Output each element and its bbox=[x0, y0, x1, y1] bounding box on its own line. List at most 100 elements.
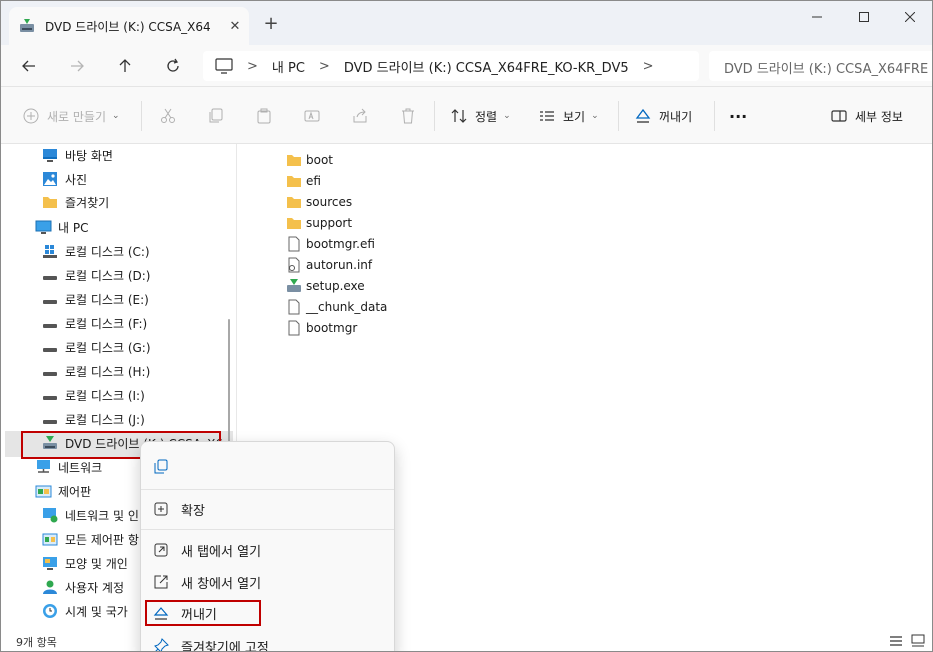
menu-item-pin-quick-access[interactable]: 즐겨찾기에 고정 bbox=[153, 634, 269, 651]
dvd-drive-icon bbox=[20, 19, 34, 32]
drive-icon bbox=[43, 324, 57, 328]
copy-icon bbox=[209, 108, 223, 123]
arrow-right-icon bbox=[71, 60, 84, 72]
sidebar-item-favorites[interactable]: 즐겨찾기 bbox=[41, 191, 109, 213]
file-icon bbox=[288, 236, 300, 251]
scrollbar[interactable] bbox=[228, 319, 230, 454]
sort-button[interactable]: 정렬 ⌄ bbox=[451, 105, 511, 127]
sidebar-item-drive-h[interactable]: 로컬 디스크 (H:) bbox=[41, 360, 150, 382]
menu-divider bbox=[141, 529, 394, 530]
paste-button[interactable] bbox=[256, 105, 280, 127]
sidebar-item-appearance[interactable]: 모양 및 개인 bbox=[41, 552, 128, 574]
desktop-icon bbox=[43, 149, 57, 162]
sidebar-item-desktop[interactable]: 바탕 화면 bbox=[41, 144, 113, 166]
list-item[interactable]: setup.exe bbox=[286, 275, 365, 296]
settings-file-icon bbox=[288, 257, 300, 272]
file-name: setup.exe bbox=[306, 278, 365, 293]
refresh-button[interactable] bbox=[159, 53, 187, 79]
forward-button[interactable] bbox=[63, 53, 91, 79]
sidebar-item-drive-c[interactable]: 로컬 디스크 (C:) bbox=[41, 240, 150, 262]
scissors-icon bbox=[161, 108, 175, 123]
list-item[interactable]: bootmgr.efi bbox=[286, 233, 375, 254]
breadcrumb[interactable]: > 내 PC > DVD 드라이브 (K:) CCSA_X64FRE_KO-KR… bbox=[203, 51, 699, 81]
network-icon bbox=[36, 460, 50, 473]
list-item[interactable]: efi bbox=[286, 170, 321, 191]
sidebar-item-this-pc[interactable]: 내 PC bbox=[34, 216, 88, 238]
sidebar-item-control-panel[interactable]: 제어판 bbox=[34, 480, 91, 502]
sidebar-item-user-accounts[interactable]: 사용자 계정 bbox=[41, 576, 124, 598]
folder-icon bbox=[287, 217, 301, 229]
eject-label: 꺼내기 bbox=[659, 109, 693, 124]
view-label: 보기 bbox=[563, 109, 586, 124]
new-tab-button[interactable]: + bbox=[259, 13, 283, 37]
more-options-button[interactable]: ··· bbox=[729, 105, 747, 127]
details-view-icon[interactable] bbox=[889, 635, 903, 647]
sidebar-item-network-settings[interactable]: 네트워크 및 인 bbox=[41, 504, 139, 526]
sidebar-item-pictures[interactable]: 사진 bbox=[41, 168, 87, 190]
this-pc-icon bbox=[35, 220, 51, 234]
list-item[interactable]: sources bbox=[286, 191, 352, 212]
list-item[interactable]: autorun.inf bbox=[286, 254, 372, 275]
divider bbox=[618, 101, 619, 131]
breadcrumb-dvd-drive[interactable]: DVD 드라이브 (K:) CCSA_X64FRE_KO-KR_DV5 bbox=[344, 57, 629, 76]
maximize-button[interactable] bbox=[841, 1, 887, 33]
menu-item-open-new-window[interactable]: 새 창에서 열기 bbox=[153, 570, 261, 594]
tiles-view-icon[interactable] bbox=[911, 634, 925, 648]
minimize-icon bbox=[812, 16, 822, 18]
new-button[interactable]: 새로 만들기 ⌄ bbox=[23, 105, 120, 127]
back-button[interactable] bbox=[15, 53, 43, 79]
view-button[interactable]: 보기 ⌄ bbox=[539, 105, 599, 127]
sidebar-item-drive-f[interactable]: 로컬 디스크 (F:) bbox=[41, 312, 147, 334]
copy-menu-button[interactable] bbox=[153, 455, 181, 479]
close-button[interactable] bbox=[887, 1, 932, 33]
file-explorer-window: DVD 드라이브 (K:) CCSA_X64 ✕ + > 내 PC > DVD … bbox=[0, 0, 933, 652]
tab-close-icon[interactable]: ✕ bbox=[221, 19, 249, 34]
list-item[interactable]: __chunk_data bbox=[286, 296, 387, 317]
command-bar: 새로 만들기 ⌄ 정렬 ⌄ 보기 ⌄ 꺼내기 ··· 세부 정보 bbox=[1, 87, 932, 144]
sidebar-item-drive-j[interactable]: 로컬 디스크 (J:) bbox=[41, 408, 145, 430]
sidebar-item-drive-d[interactable]: 로컬 디스크 (D:) bbox=[41, 264, 150, 286]
tab-dvd-drive[interactable]: DVD 드라이브 (K:) CCSA_X64 ✕ bbox=[9, 7, 249, 45]
delete-button[interactable] bbox=[400, 105, 424, 127]
details-pane-button[interactable]: 세부 정보 bbox=[831, 105, 903, 127]
list-item[interactable]: boot bbox=[286, 149, 333, 170]
details-label: 세부 정보 bbox=[855, 109, 903, 124]
file-name: bootmgr.efi bbox=[306, 236, 375, 251]
eject-button[interactable]: 꺼내기 bbox=[635, 105, 692, 127]
copy-button[interactable] bbox=[208, 105, 232, 127]
sidebar-item-clock-region[interactable]: 시계 및 국가 bbox=[41, 600, 128, 622]
sidebar-item-drive-e[interactable]: 로컬 디스크 (E:) bbox=[41, 288, 149, 310]
control-panel-icon bbox=[42, 533, 58, 545]
eject-icon bbox=[635, 108, 651, 123]
expand-icon bbox=[154, 502, 168, 516]
minimize-button[interactable] bbox=[794, 1, 840, 33]
list-item[interactable]: support bbox=[286, 212, 352, 233]
rename-button[interactable] bbox=[304, 105, 328, 127]
folder-icon bbox=[287, 154, 301, 166]
sidebar-item-drive-g[interactable]: 로컬 디스크 (G:) bbox=[41, 336, 151, 358]
item-count: 9개 항목 bbox=[16, 636, 57, 649]
sidebar-item-label: 시계 및 국가 bbox=[65, 604, 128, 619]
share-button[interactable] bbox=[352, 105, 376, 127]
drive-icon bbox=[43, 348, 57, 352]
search-input[interactable]: DVD 드라이브 (K:) CCSA_X64FRE bbox=[709, 51, 932, 81]
sort-label: 정렬 bbox=[475, 109, 498, 124]
sidebar-item-drive-i[interactable]: 로컬 디스크 (I:) bbox=[41, 384, 145, 406]
breadcrumb-this-pc[interactable]: 내 PC bbox=[272, 57, 305, 76]
setup-icon bbox=[287, 278, 301, 292]
computer-icon bbox=[215, 58, 233, 74]
sidebar-item-all-control-panel[interactable]: 모든 제어판 항 bbox=[41, 528, 139, 550]
sort-icon bbox=[451, 109, 467, 123]
menu-item-expand[interactable]: 확장 bbox=[153, 497, 205, 521]
file-name: autorun.inf bbox=[306, 257, 373, 272]
tab-title: DVD 드라이브 (K:) CCSA_X64 bbox=[45, 19, 211, 34]
list-item[interactable]: bootmgr bbox=[286, 317, 357, 338]
view-list-icon bbox=[540, 111, 554, 121]
cut-button[interactable] bbox=[160, 105, 184, 127]
menu-item-open-new-tab[interactable]: 새 탭에서 열기 bbox=[153, 538, 261, 562]
sidebar-item-label: 제어판 bbox=[58, 484, 92, 499]
rename-icon bbox=[304, 110, 320, 122]
sidebar-item-network[interactable]: 네트워크 bbox=[34, 456, 102, 478]
file-name: sources bbox=[306, 194, 353, 209]
up-button[interactable] bbox=[111, 53, 139, 79]
